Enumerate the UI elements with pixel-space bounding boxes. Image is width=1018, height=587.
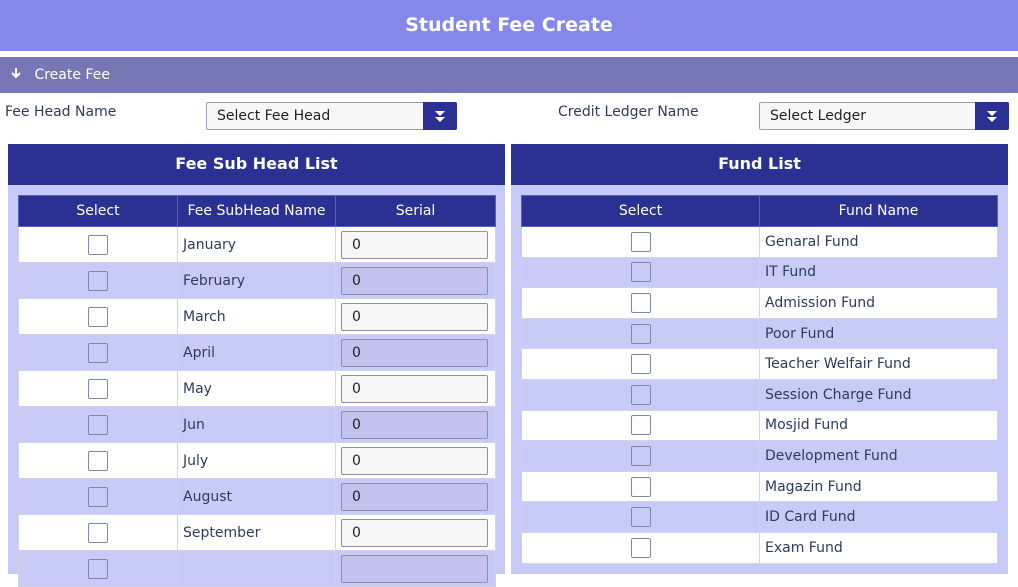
serial-input[interactable]: 0 xyxy=(341,338,488,367)
serial-input[interactable]: 0 xyxy=(341,518,488,547)
subhead-name-cell xyxy=(177,550,336,587)
table-row: August 0 xyxy=(18,478,496,515)
table-row: July 0 xyxy=(18,442,496,479)
table-row: April 0 xyxy=(18,334,496,371)
column-header-subhead-name: Fee SubHead Name xyxy=(177,195,336,227)
create-fee-section-header[interactable]: Create Fee xyxy=(0,57,1018,93)
row-checkbox[interactable] xyxy=(88,450,108,471)
ledger-label: Credit Ledger Name xyxy=(558,104,699,120)
subhead-name-cell: August xyxy=(177,478,336,515)
subhead-name-cell: May xyxy=(177,370,336,407)
row-checkbox[interactable] xyxy=(630,292,651,313)
table-row: Session Charge Fund xyxy=(521,378,998,411)
row-checkbox[interactable] xyxy=(88,342,108,363)
row-checkbox[interactable] xyxy=(88,270,108,291)
subhead-name-cell: September xyxy=(177,514,336,551)
row-checkbox[interactable] xyxy=(88,306,108,327)
fee-sub-head-table: Select Fee SubHead Name Serial January 0 F… xyxy=(18,195,496,587)
subhead-name-cell: July xyxy=(177,442,336,479)
fund-name-cell: Mosjid Fund xyxy=(759,409,998,442)
fund-list-table: Select Fund Name Genaral Fund IT Fund Admi… xyxy=(521,195,998,564)
serial-input[interactable] xyxy=(341,554,488,583)
fund-name-cell: Magazin Fund xyxy=(759,470,998,503)
column-header-select: Select xyxy=(521,195,760,227)
chevron-down-icon xyxy=(435,111,445,122)
fee-head-select[interactable]: Select Fee Head xyxy=(206,102,457,130)
ledger-dropdown-button[interactable] xyxy=(975,102,1009,130)
arrow-down-icon xyxy=(10,57,24,93)
row-checkbox[interactable] xyxy=(88,522,108,543)
fund-name-cell: Genaral Fund xyxy=(759,226,998,258)
fee-head-select-value: Select Fee Head xyxy=(217,108,331,124)
subhead-name-cell: Jun xyxy=(177,406,336,443)
subhead-name-cell: March xyxy=(177,298,336,335)
table-row: Exam Fund xyxy=(521,531,998,564)
fund-name-cell: ID Card Fund xyxy=(759,501,998,533)
table-row: February 0 xyxy=(18,262,496,299)
row-checkbox[interactable] xyxy=(630,415,651,436)
table-row: May 0 xyxy=(18,370,496,407)
fund-name-cell: Poor Fund xyxy=(759,317,998,350)
fund-name-cell: Session Charge Fund xyxy=(759,378,998,411)
fund-name-cell: Exam Fund xyxy=(759,531,998,564)
fund-list-title: Fund List xyxy=(511,144,1008,185)
row-checkbox[interactable] xyxy=(630,445,651,466)
row-checkbox[interactable] xyxy=(630,537,651,558)
row-checkbox[interactable] xyxy=(630,323,651,344)
table-row: Mosjid Fund xyxy=(521,409,998,442)
table-row: Jun 0 xyxy=(18,406,496,443)
row-checkbox[interactable] xyxy=(88,486,108,507)
row-checkbox[interactable] xyxy=(88,558,108,579)
subhead-name-cell: April xyxy=(177,334,336,371)
subhead-name-cell: February xyxy=(177,262,336,299)
subhead-name-cell: January xyxy=(177,226,336,263)
fund-name-cell: Admission Fund xyxy=(759,287,998,319)
row-checkbox[interactable] xyxy=(88,378,108,399)
ledger-select[interactable]: Select Ledger xyxy=(759,102,1009,130)
fund-name-cell: Teacher Welfair Fund xyxy=(759,348,998,380)
fee-head-label: Fee Head Name xyxy=(5,104,117,120)
table-row: ID Card Fund xyxy=(521,501,998,533)
table-row xyxy=(18,550,496,587)
table-row: Teacher Welfair Fund xyxy=(521,348,998,380)
row-checkbox[interactable] xyxy=(88,234,108,255)
chevron-down-icon xyxy=(987,111,997,122)
serial-input[interactable]: 0 xyxy=(341,446,488,475)
table-row: IT Fund xyxy=(521,256,998,289)
row-checkbox[interactable] xyxy=(630,231,651,252)
fee-head-dropdown-button[interactable] xyxy=(423,102,457,130)
table-row: Poor Fund xyxy=(521,317,998,350)
serial-input[interactable]: 0 xyxy=(341,374,488,403)
page-title: Student Fee Create xyxy=(0,0,1018,51)
column-header-fund-name: Fund Name xyxy=(759,195,998,227)
fund-name-cell: IT Fund xyxy=(759,256,998,289)
table-row: Development Fund xyxy=(521,440,998,472)
serial-input[interactable]: 0 xyxy=(341,302,488,331)
row-checkbox[interactable] xyxy=(88,414,108,435)
section-title: Create Fee xyxy=(34,67,110,83)
row-checkbox[interactable] xyxy=(630,476,651,497)
row-checkbox[interactable] xyxy=(630,354,651,375)
table-row: Admission Fund xyxy=(521,287,998,319)
fee-sub-head-title: Fee Sub Head List xyxy=(8,144,505,185)
table-row: Magazin Fund xyxy=(521,470,998,503)
table-row: January 0 xyxy=(18,226,496,263)
column-header-serial: Serial xyxy=(335,195,496,227)
serial-input[interactable]: 0 xyxy=(341,266,488,295)
table-row: March 0 xyxy=(18,298,496,335)
row-checkbox[interactable] xyxy=(630,384,651,405)
serial-input[interactable]: 0 xyxy=(341,230,488,259)
serial-input[interactable]: 0 xyxy=(341,482,488,511)
row-checkbox[interactable] xyxy=(630,262,651,283)
row-checkbox[interactable] xyxy=(630,507,651,528)
serial-input[interactable]: 0 xyxy=(341,410,488,439)
table-row: September 0 xyxy=(18,514,496,551)
table-row: Genaral Fund xyxy=(521,226,998,258)
ledger-select-value: Select Ledger xyxy=(770,108,866,124)
fund-name-cell: Development Fund xyxy=(759,440,998,472)
column-header-select: Select xyxy=(18,195,178,227)
